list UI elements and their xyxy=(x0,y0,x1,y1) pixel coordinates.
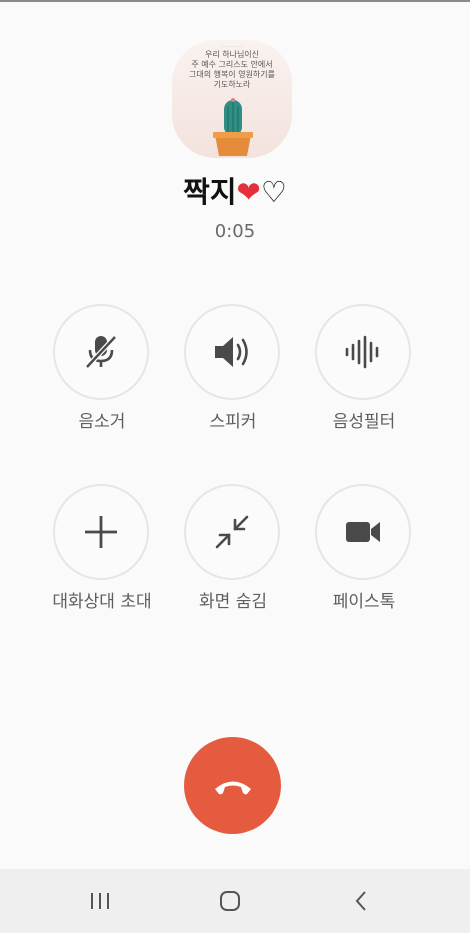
back-button[interactable] xyxy=(341,883,381,919)
facetalk-label: 페이스톡 xyxy=(332,592,396,612)
facetalk-button[interactable] xyxy=(315,484,411,580)
avatar-text-line-3: 그대의 행복이 영원하기를 xyxy=(188,70,276,79)
avatar-text-line-4: 기도하노라 xyxy=(213,80,251,89)
home-icon xyxy=(220,891,240,911)
speaker-control: 스피커 xyxy=(158,304,308,474)
voice-filter-control: 음성필터 xyxy=(289,304,439,474)
system-navigation-bar xyxy=(0,869,470,933)
speaker-button[interactable] xyxy=(184,304,280,400)
minimize-icon xyxy=(215,515,249,549)
facetalk-control: 페이스톡 xyxy=(289,484,439,654)
mute-button[interactable] xyxy=(53,304,149,400)
hide-screen-button[interactable] xyxy=(184,484,280,580)
phone-hangup-icon xyxy=(214,781,251,794)
mute-control: 음소거 xyxy=(27,304,177,474)
status-bar-divider xyxy=(0,0,470,2)
end-call-button[interactable] xyxy=(184,737,281,834)
avatar-text-line-2: 주 예수 그리스도 안에서 xyxy=(191,60,273,69)
plus-icon xyxy=(85,516,117,548)
avatar-text-line-1: 우리 하나님이신 xyxy=(204,50,260,59)
recent-apps-button[interactable] xyxy=(80,883,120,919)
recent-apps-icon xyxy=(91,893,109,909)
video-camera-icon xyxy=(346,522,380,542)
add-call-control: 대화상대 초대 xyxy=(27,484,177,654)
speaker-icon xyxy=(215,337,248,367)
call-duration: 0:05 xyxy=(214,221,256,242)
caller-name: 짝지❤♡ xyxy=(0,172,470,212)
back-icon xyxy=(355,891,366,911)
caller-avatar: · · · · · · · 우리 하나님이신 주 예수 그리스도 안에서 그대의… xyxy=(172,40,292,158)
red-heart-icon: ❤ xyxy=(236,175,261,209)
outline-heart-icon: ♡ xyxy=(260,175,287,209)
voice-wave-icon xyxy=(345,335,379,369)
microphone-off-icon xyxy=(85,335,117,369)
hide-screen-control: 화면 숨김 xyxy=(158,484,308,654)
add-call-button[interactable] xyxy=(53,484,149,580)
voice-filter-label: 음성필터 xyxy=(332,412,396,432)
caller-name-text: 짝지 xyxy=(183,175,237,209)
voice-filter-button[interactable] xyxy=(315,304,411,400)
home-button[interactable] xyxy=(210,883,250,919)
